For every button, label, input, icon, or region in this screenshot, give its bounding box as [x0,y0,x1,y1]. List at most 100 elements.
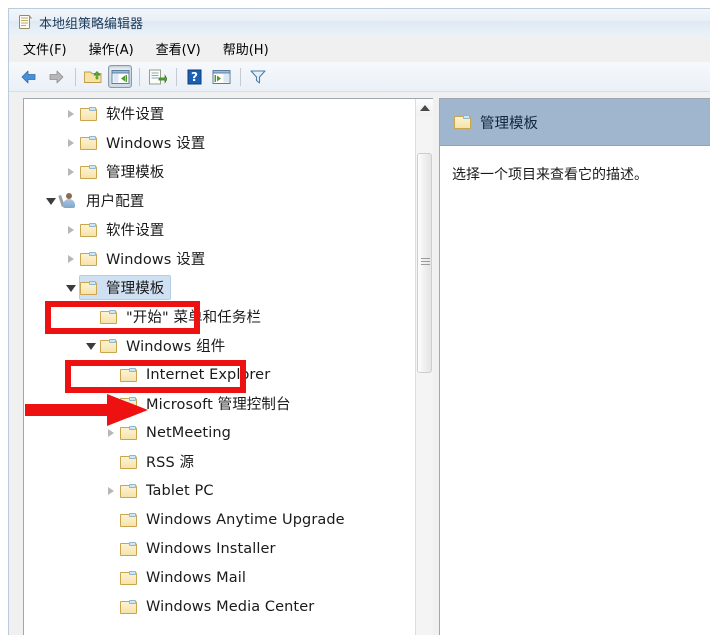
folder-icon [80,106,102,121]
tree-item-content[interactable]: NetMeeting [119,420,238,445]
tree-item-content[interactable]: Windows Installer [119,536,283,561]
detail-pane: 管理模板 选择一个项目来查看它的描述。 [439,98,710,635]
menu-help[interactable]: 帮助(H) [223,39,269,58]
tree-item[interactable]: Windows 设置 [24,128,415,157]
tree-item-label: Microsoft 管理控制台 [146,397,291,413]
detail-pane-header: 管理模板 [440,99,710,146]
tree-item[interactable]: Tablet PC [24,476,415,505]
tree-item-content[interactable]: Windows 设置 [79,246,212,271]
chevron-right-icon[interactable] [102,418,119,447]
up-one-level-icon[interactable] [81,65,105,88]
tree-item[interactable]: 管理模板 [24,273,415,302]
back-icon[interactable] [17,65,41,88]
folder-icon [120,425,142,440]
tree-item-label: Windows 设置 [106,136,206,152]
show-action-pane-icon[interactable] [209,65,233,88]
tree-item[interactable]: Windows Anytime Upgrade [24,505,415,534]
chevron-right-icon[interactable] [62,99,79,128]
chevron-right-icon[interactable] [62,244,79,273]
chevron-right-icon[interactable] [62,128,79,157]
twisty-placeholder [102,592,119,621]
show-hide-console-tree-icon[interactable] [108,65,132,88]
folder-icon [100,338,122,353]
folder-icon [100,309,122,324]
tree-item-content[interactable]: Windows 设置 [79,130,212,155]
folder-icon [120,483,142,498]
folder-icon [80,222,102,237]
folder-icon [80,280,102,295]
tree-item[interactable]: Windows 设置 [24,244,415,273]
tree-item-content[interactable]: Tablet PC [119,478,221,503]
tree-item[interactable]: Windows Media Center [24,592,415,621]
chevron-right-icon[interactable] [102,389,119,418]
tree-item-content[interactable]: 软件设置 [79,217,171,242]
menu-bar: 文件(F) 操作(A) 查看(V) 帮助(H) [9,35,710,62]
content-area: 软件设置 Windows 设置 管理模板 用户配置 软件设置 Windows 设置 管理模板… [9,92,710,635]
tree-item-content[interactable]: 管理模板 [79,275,172,300]
svg-text:?: ? [191,70,198,84]
tree-item[interactable]: 软件设置 [24,215,415,244]
console-tree-pane: 软件设置 Windows 设置 管理模板 用户配置 软件设置 Windows 设置 管理模板… [23,98,433,635]
chevron-right-icon[interactable] [102,476,119,505]
tree-item-content[interactable]: RSS 源 [119,449,201,474]
tree-item[interactable]: 用户配置 [24,186,415,215]
tree-item-label: 管理模板 [106,165,165,181]
chevron-down-icon[interactable] [62,273,79,302]
scrollbar-thumb[interactable] [417,153,432,373]
tree-item-content[interactable]: "开始" 菜单和任务栏 [99,304,268,329]
export-list-icon[interactable] [145,65,169,88]
tree-item-label: 软件设置 [106,107,165,123]
chevron-right-icon[interactable] [62,215,79,244]
tree-item-content[interactable]: 管理模板 [79,159,171,184]
tree-vertical-scrollbar[interactable] [415,99,433,635]
menu-view[interactable]: 查看(V) [156,39,201,58]
tree-item-content[interactable]: Windows Media Center [119,594,321,619]
folder-icon [120,454,142,469]
tree-item-content[interactable]: Internet Explorer [119,362,277,387]
menu-action[interactable]: 操作(A) [89,39,134,58]
tree-item[interactable]: Windows 组件 [24,331,415,360]
tree-item-content[interactable]: 软件设置 [79,101,171,126]
twisty-placeholder [102,360,119,389]
tree-item-label: 用户配置 [86,194,145,210]
chevron-right-icon[interactable] [62,157,79,186]
toolbar-separator [240,67,241,86]
tree-item[interactable]: "开始" 菜单和任务栏 [24,302,415,331]
tree-item-content[interactable]: 用户配置 [58,188,151,213]
policy-tree[interactable]: 软件设置 Windows 设置 管理模板 用户配置 软件设置 Windows 设置 管理模板… [24,99,415,635]
folder-icon [120,599,142,614]
folder-icon [120,512,142,527]
local-group-policy-editor-window: 本地组策略编辑器 文件(F) 操作(A) 查看(V) 帮助(H) ? 软件设置 … [8,8,710,635]
twisty-placeholder [102,447,119,476]
tree-item[interactable]: Microsoft 管理控制台 [24,389,415,418]
scroll-up-icon[interactable] [416,99,433,116]
tree-item[interactable]: Windows Installer [24,534,415,563]
tree-item-label: NetMeeting [146,424,231,441]
scrollbar-grip [421,258,430,268]
twisty-placeholder [102,505,119,534]
twisty-placeholder [102,534,119,563]
tree-item-content[interactable]: Windows Anytime Upgrade [119,507,352,532]
tree-item[interactable]: Windows Mail [24,563,415,592]
tree-item-label: Tablet PC [146,482,214,499]
twisty-placeholder [82,302,99,331]
tree-item[interactable]: 管理模板 [24,157,415,186]
tree-item-label: Windows Media Center [146,598,315,615]
tree-item-content[interactable]: Microsoft 管理控制台 [119,391,298,416]
tree-item-label: Windows Installer [146,540,276,557]
tree-item-content[interactable]: Windows Mail [119,565,253,590]
twisty-placeholder [102,563,119,592]
menu-file[interactable]: 文件(F) [23,39,67,58]
tree-item[interactable]: 软件设置 [24,99,415,128]
tree-item[interactable]: NetMeeting [24,418,415,447]
help-icon[interactable]: ? [182,65,206,88]
forward-icon[interactable] [44,65,68,88]
tree-item-content[interactable]: Windows 组件 [99,333,232,358]
chevron-down-icon[interactable] [82,331,99,360]
window-title: 本地组策略编辑器 [39,16,144,32]
tree-item-label: 软件设置 [106,223,165,239]
filter-icon[interactable] [246,65,270,88]
tree-item[interactable]: RSS 源 [24,447,415,476]
chevron-down-icon[interactable] [42,186,59,215]
tree-item[interactable]: Internet Explorer [24,360,415,389]
